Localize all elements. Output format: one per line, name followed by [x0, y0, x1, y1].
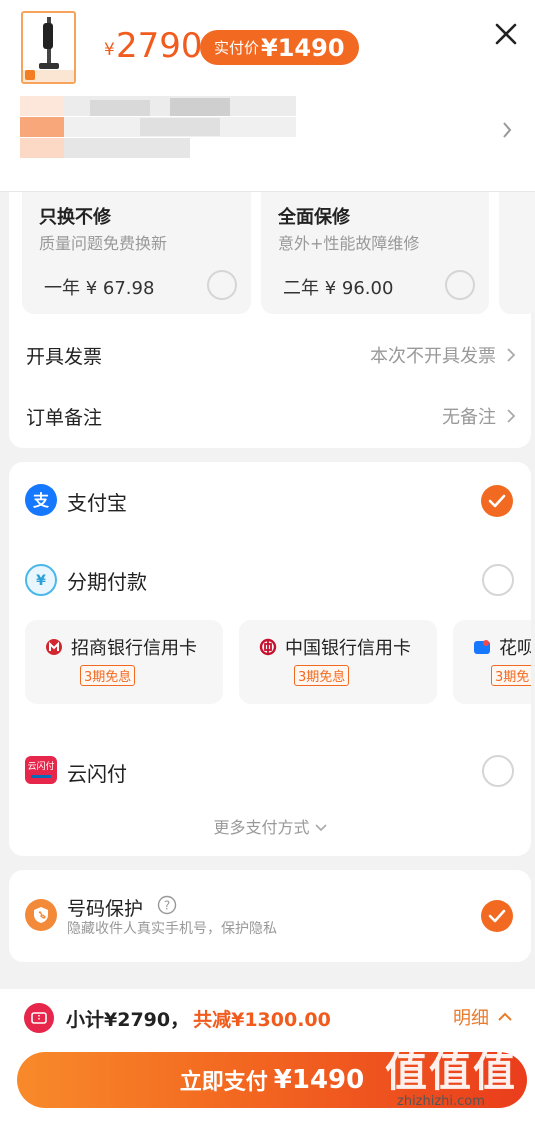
alipay-checked-icon[interactable] — [481, 485, 513, 517]
warranty-title: 全面保修 — [278, 207, 350, 228]
privacy-title: 号码保护 — [67, 898, 144, 920]
help-icon[interactable]: ? — [157, 895, 177, 915]
warranty-subtitle: 质量问题免费换新 — [39, 234, 168, 253]
installment-radio[interactable] — [482, 564, 514, 596]
warranty-option-full[interactable]: 全面保修 意外+性能故障维修 二年 ¥ 96.00 — [261, 192, 489, 314]
boc-logo-icon — [259, 638, 277, 656]
interest-free-badge: 3期免息 — [80, 665, 136, 686]
subtotal-text: 小计¥2790， — [66, 1008, 190, 1031]
huabei-logo-icon — [474, 640, 490, 654]
warranty-option-replace[interactable]: 只换不修 质量问题免费换新 一年 ¥ 67.98 — [22, 192, 251, 314]
unionpay-label[interactable]: 云闪付 — [67, 758, 127, 787]
actual-price-label: 实付价 — [214, 39, 260, 57]
chevron-right-icon — [507, 409, 516, 423]
invoice-value: 本次不开具发票 — [370, 346, 496, 367]
close-icon[interactable] — [492, 20, 520, 48]
detail-label: 明细 — [453, 1008, 489, 1029]
warranty-title: 只换不修 — [39, 207, 111, 228]
alipay-icon: 支 — [25, 484, 57, 516]
installment-label[interactable]: 分期付款 — [67, 566, 147, 595]
alipay-label[interactable]: 支付宝 — [67, 487, 127, 516]
interest-free-badge: 3期免息 — [294, 665, 350, 686]
warranty-price: 二年 ¥ 96.00 — [283, 278, 394, 299]
bank-option-cmb[interactable]: 招商银行信用卡 3期免息 — [25, 620, 223, 704]
remark-value: 无备注 — [442, 407, 496, 428]
blurred-product-info — [20, 96, 296, 160]
svg-text:支: 支 — [32, 491, 50, 510]
invoice-row[interactable]: 开具发票 本次不开具发票 — [26, 334, 516, 374]
price-detail-toggle[interactable]: 明细 — [453, 1004, 513, 1030]
pay-button-amount: ¥1490 — [273, 1065, 365, 1095]
chevron-right-icon[interactable] — [500, 120, 514, 140]
coupon-icon — [24, 1003, 54, 1033]
warranty-subtitle: 意外+性能故障维修 — [278, 234, 420, 253]
phone-shield-icon — [25, 899, 57, 931]
product-thumbnail[interactable] — [21, 11, 76, 84]
actual-price-badge: 实付价 ¥1490 — [200, 30, 359, 65]
svg-text:¥: ¥ — [36, 573, 46, 589]
remark-label: 订单备注 — [26, 407, 103, 429]
chevron-down-icon — [314, 824, 327, 832]
watermark-url: zhizhizhi.com — [397, 1094, 485, 1109]
bank-option-boc[interactable]: 中国银行信用卡 3期免息 — [239, 620, 437, 704]
reduction-text: 共减¥1300.00 — [193, 1008, 331, 1031]
privacy-subtitle: 隐藏收件人真实手机号，保护隐私 — [67, 921, 277, 937]
number-protection-card: 号码保护 ? 隐藏收件人真实手机号，保护隐私 — [9, 870, 531, 962]
privacy-checked-icon[interactable] — [481, 900, 513, 932]
warranty-radio[interactable] — [445, 270, 475, 300]
invoice-label: 开具发票 — [26, 346, 103, 368]
warranty-price: 一年 ¥ 67.98 — [44, 278, 155, 299]
unionpay-icon: 云闪付 — [25, 756, 57, 784]
order-header: ¥ 2790 实付价 ¥1490 — [0, 0, 535, 192]
more-payment-label: 更多支付方式 — [213, 818, 310, 837]
more-payment-methods[interactable]: 更多支付方式 — [9, 814, 531, 838]
chevron-right-icon — [507, 348, 516, 362]
site-watermark: 值值值 zhizhizhi.com — [385, 1038, 530, 1118]
remark-row[interactable]: 订单备注 无备注 — [26, 395, 516, 435]
cmb-logo-icon — [46, 639, 62, 655]
original-price: 2790 — [116, 26, 203, 66]
warranty-radio[interactable] — [207, 270, 237, 300]
installment-icon: ¥ — [25, 564, 57, 596]
watermark-glyphs: 值值值 — [385, 1047, 518, 1096]
price-currency: ¥ — [104, 40, 115, 60]
order-options-card: 只换不修 质量问题免费换新 一年 ¥ 67.98 全面保修 意外+性能故障维修 … — [9, 192, 535, 448]
pay-button-label: 立即支付 — [179, 1070, 268, 1095]
payment-methods-card: 支 支付宝 ¥ 分期付款 招商银行信用卡 3期免息 中国银行信用卡 3期免息 花… — [9, 462, 531, 856]
unionpay-radio[interactable] — [482, 755, 514, 787]
warranty-option-more[interactable] — [499, 192, 535, 314]
svg-text:?: ? — [164, 899, 170, 913]
actual-price-value: ¥1490 — [261, 33, 345, 62]
bank-name: 中国银行信用卡 — [285, 638, 411, 659]
interest-free-badge: 3期免 — [491, 665, 531, 686]
bank-name: 花呗 — [499, 638, 531, 659]
chevron-up-icon — [498, 1012, 512, 1021]
subtotal-summary: 小计¥2790， 共减¥1300.00 — [24, 1003, 331, 1033]
bank-name: 招商银行信用卡 — [71, 638, 197, 659]
bank-option-huabei[interactable]: 花呗 3期免 — [453, 620, 531, 704]
unionpay-logo-text: 云闪付 — [27, 762, 55, 772]
